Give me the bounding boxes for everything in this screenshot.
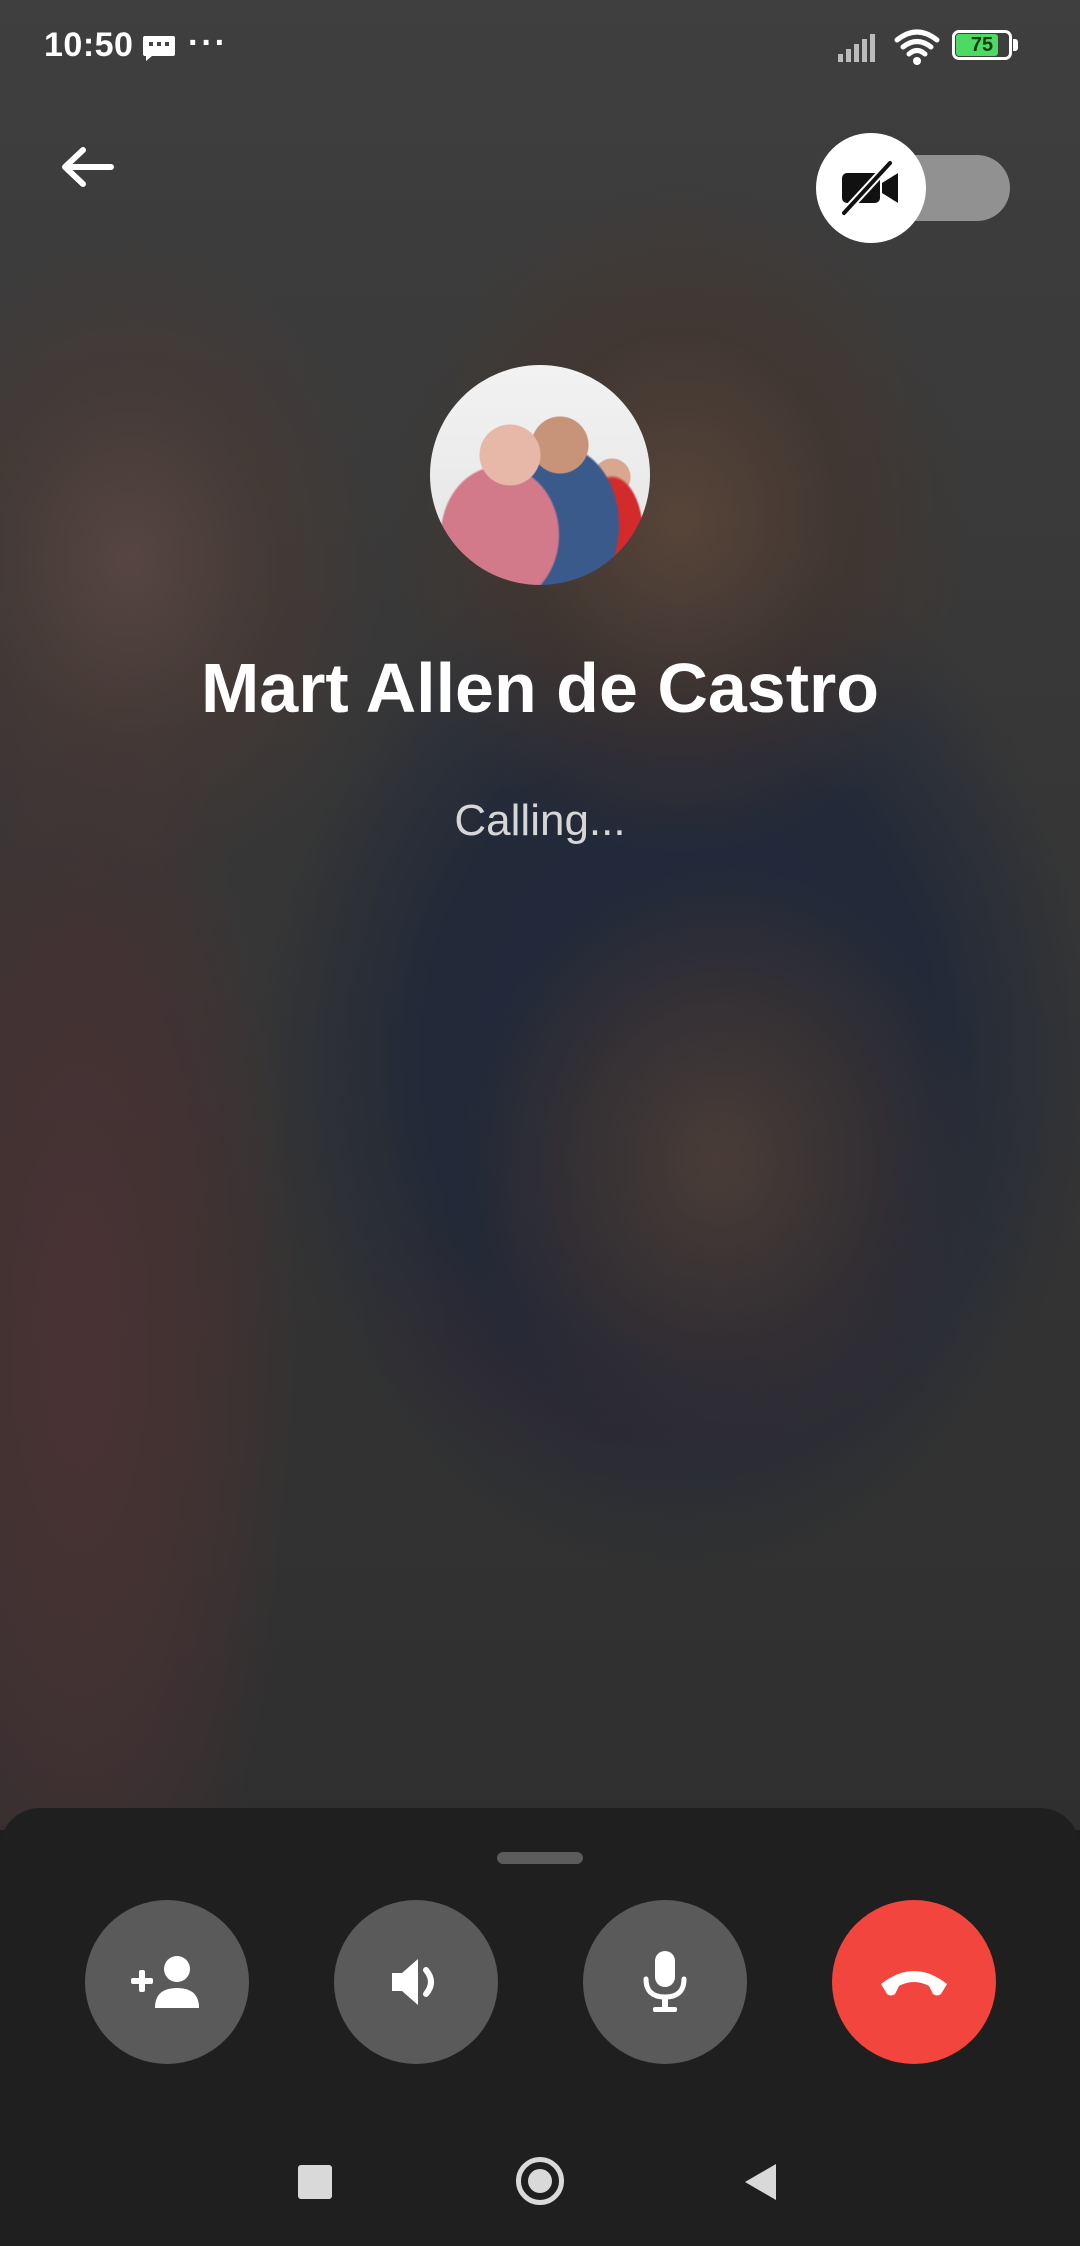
battery-level: 75 (970, 34, 994, 56)
signal-icon (838, 34, 875, 62)
speaker-button[interactable] (334, 1900, 498, 2064)
video-off-icon (841, 160, 898, 216)
sheet-drag-handle[interactable] (497, 1852, 583, 1864)
add-person-icon (131, 1956, 199, 2008)
status-bar: 10:50 ··· 75 (0, 0, 1080, 96)
end-call-button[interactable] (832, 1900, 996, 2064)
caller-avatar (430, 365, 650, 585)
wifi-icon (894, 29, 940, 65)
status-time: 10:50 (44, 26, 134, 64)
add-person-button[interactable] (85, 1900, 249, 2064)
call-screen: 10:50 ··· 75 Mart Allen de Castro Callin… (0, 0, 1080, 2246)
nav-back-icon[interactable] (742, 2162, 778, 2202)
caller-name: Mart Allen de Castro (200, 649, 880, 727)
battery-tip (1013, 39, 1018, 51)
call-status: Calling... (454, 796, 626, 845)
back-button[interactable] (52, 132, 122, 202)
status-more-dots: ··· (188, 24, 228, 62)
home-icon[interactable] (516, 2157, 564, 2205)
home-icon-dot (528, 2169, 552, 2193)
speaker-icon (392, 1959, 434, 2005)
end-call-icon (881, 1971, 947, 1996)
message-icon (143, 36, 175, 61)
microphone-icon (643, 1951, 687, 2012)
microphone-button[interactable] (583, 1900, 747, 2064)
back-arrow-icon (62, 147, 114, 187)
battery-indicator: 75 (952, 30, 1020, 62)
background-dim-overlay (0, 0, 1080, 1830)
video-toggle-knob (816, 133, 926, 243)
video-toggle[interactable] (816, 133, 1010, 243)
recent-apps-icon[interactable] (298, 2165, 332, 2199)
